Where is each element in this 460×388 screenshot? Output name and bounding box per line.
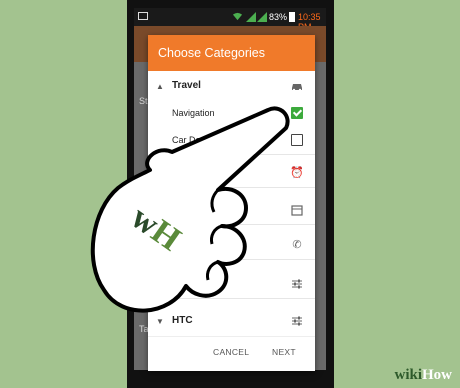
category-group-travel[interactable]: ▲ Travel xyxy=(148,71,315,101)
sliders-icon xyxy=(292,316,302,326)
car-icon xyxy=(292,84,302,92)
wikihow-watermark: wikiHow xyxy=(394,367,452,384)
image-icon xyxy=(138,12,148,20)
car-dock-checkbox[interactable] xyxy=(291,134,303,146)
watermark-part-a: wiki xyxy=(394,367,422,383)
divider xyxy=(172,259,315,260)
chevron-down-icon: ▼ xyxy=(156,317,164,326)
divider xyxy=(172,224,315,225)
next-button[interactable]: NEXT xyxy=(272,347,296,357)
category-label: HTC xyxy=(172,315,193,326)
divider xyxy=(172,298,315,299)
divider xyxy=(172,154,315,155)
category-label: Samsung xyxy=(172,279,211,289)
choose-categories-dialog: Choose Categories ▲ Travel Navigation Ca… xyxy=(148,35,315,371)
signal-icon xyxy=(246,12,256,22)
alarm-clock-icon: ⏰ xyxy=(290,167,304,179)
divider xyxy=(172,187,315,188)
chevron-up-icon: ▲ xyxy=(156,82,164,91)
dialog-actions: CANCEL NEXT xyxy=(148,336,315,371)
category-group-samsung[interactable]: Samsung xyxy=(148,269,315,299)
category-item-car-dock[interactable]: Car Dock xyxy=(148,125,315,155)
phone-icon: ✆ xyxy=(292,239,302,251)
dialog-title: Choose Categories xyxy=(148,35,315,71)
category-group-alarms[interactable]: Alarms ⏰ xyxy=(148,158,315,188)
status-bar: 83% 10:35 PM xyxy=(134,8,326,32)
battery-percent: 83% xyxy=(269,12,288,22)
calendar-icon xyxy=(291,205,303,216)
wifi-icon xyxy=(232,12,243,21)
category-item-navigation[interactable]: Navigation xyxy=(148,98,315,128)
battery-icon xyxy=(289,12,295,22)
category-label: Travel xyxy=(172,80,201,91)
watermark-part-b: How xyxy=(422,367,452,383)
cancel-button[interactable]: CANCEL xyxy=(213,347,249,357)
category-label: Car Dock xyxy=(172,135,210,145)
category-label: Navigation xyxy=(172,108,215,118)
category-group-htc[interactable]: ▼ HTC xyxy=(148,306,315,336)
background-text: St xyxy=(139,96,148,106)
category-label: Alarms xyxy=(172,168,201,178)
sliders-icon xyxy=(292,279,302,289)
navigation-checkbox[interactable] xyxy=(291,107,303,119)
signal-icon xyxy=(257,12,267,22)
